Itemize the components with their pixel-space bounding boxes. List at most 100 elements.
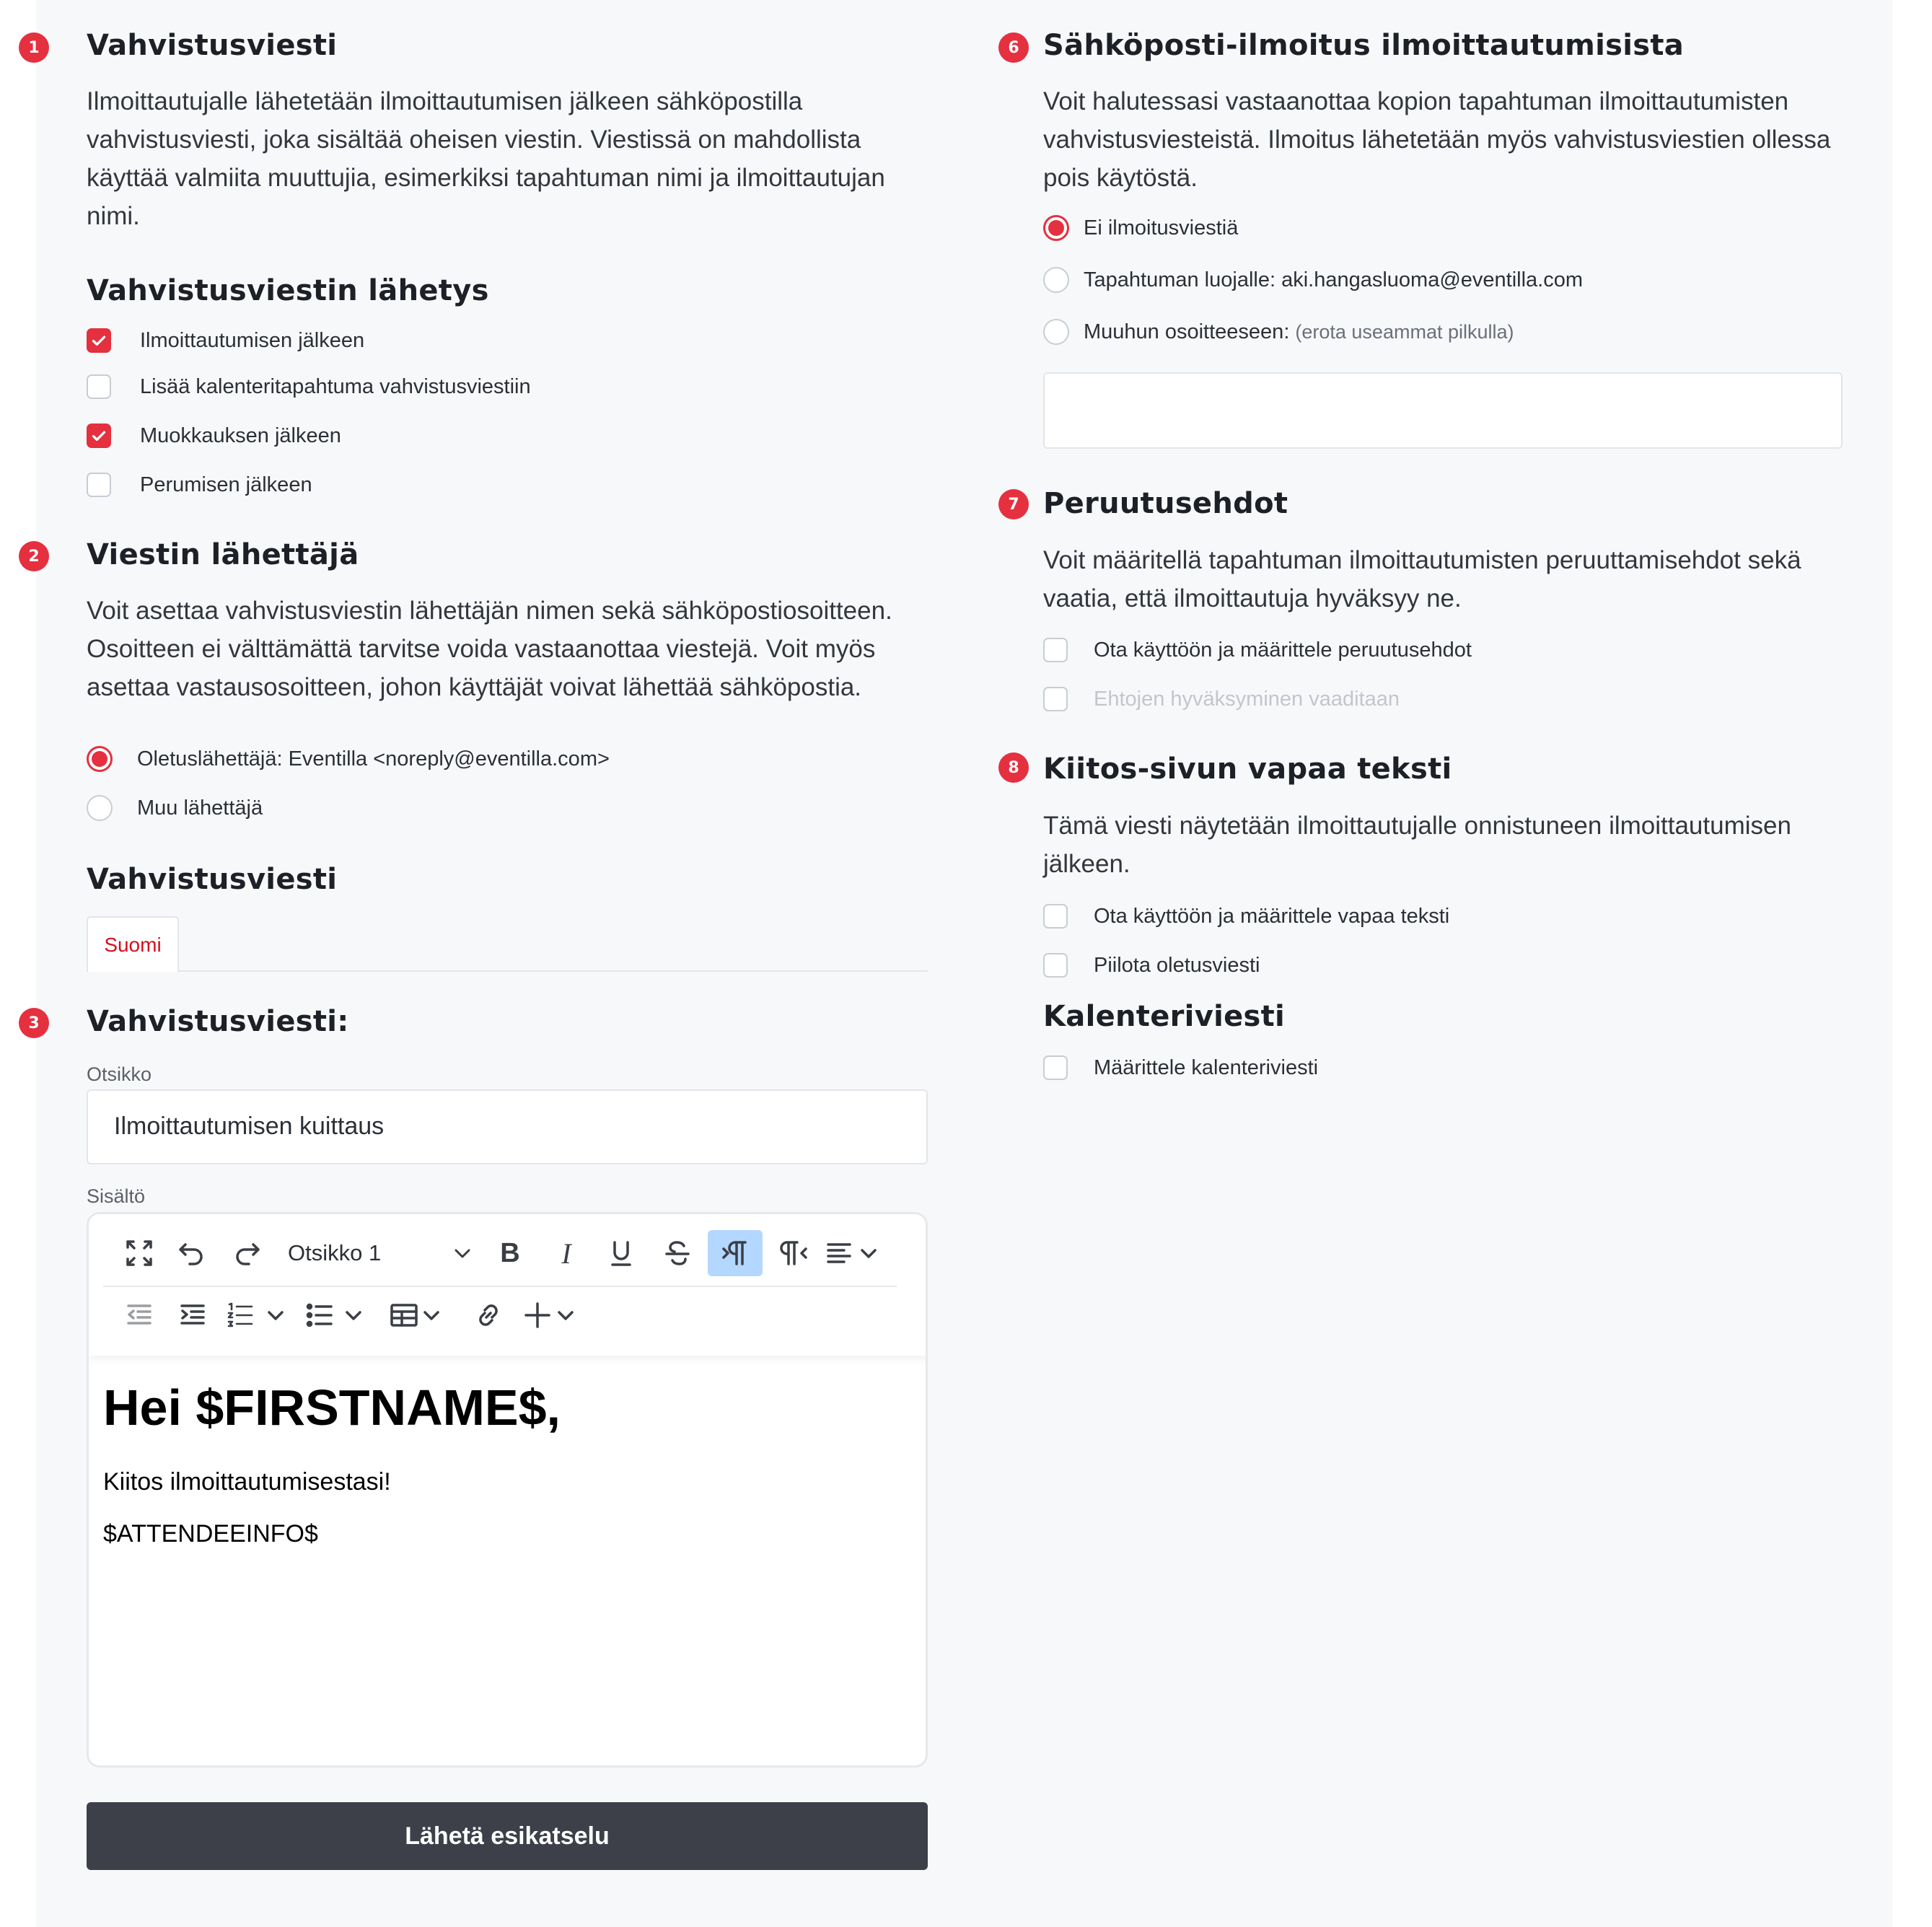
bold-icon[interactable]: B <box>488 1232 532 1275</box>
checkbox-label: Määrittele kalenteriviesti <box>1094 1055 1319 1079</box>
step-badge-7: 7 <box>998 489 1029 519</box>
strikethrough-icon[interactable] <box>656 1232 699 1275</box>
checkbox-checked-icon[interactable] <box>87 328 111 353</box>
section-title-cancellation-terms: Peruutusehdot <box>1043 487 1288 520</box>
radio-selected-icon[interactable] <box>87 746 113 772</box>
numbered-list-icon[interactable] <box>226 1294 298 1337</box>
step-badge-6: 6 <box>998 32 1029 63</box>
section-description-cancellation-terms: Voit määritellä tapahtuman ilmoittautumi… <box>1043 541 1866 618</box>
checkbox-checked-icon[interactable] <box>87 423 111 448</box>
rtl-direction-icon[interactable] <box>770 1232 817 1275</box>
rich-text-editor[interactable]: Otsikko 1 B I Hei $FIRSTNAME$, Kiitos il… <box>87 1212 928 1768</box>
editor-heading[interactable]: Hei $FIRSTNAME$, <box>103 1379 561 1436</box>
desc-line: jälkeen. <box>1043 850 1130 878</box>
radio-other-address[interactable]: Muuhun osoitteeseen: (erota useammat pil… <box>1043 319 1514 345</box>
radio-event-creator[interactable]: Tapahtuman luojalle: aki.hangasluoma@eve… <box>1043 267 1583 293</box>
checkbox-label: Ilmoittautumisen jälkeen <box>140 328 365 352</box>
checkbox-label: Perumisen jälkeen <box>140 473 312 496</box>
underline-icon[interactable] <box>600 1232 643 1275</box>
bullet-list-icon[interactable] <box>305 1294 377 1337</box>
section-title-message: Vahvistusviesti: <box>87 1005 349 1038</box>
checkbox-unchecked-icon[interactable] <box>1043 1055 1068 1080</box>
checkbox-enable-free-text[interactable]: Ota käyttöön ja määrittele vapaa teksti <box>1043 904 1449 929</box>
italic-icon[interactable]: I <box>545 1232 588 1275</box>
chevron-down-icon <box>861 1249 877 1258</box>
checkbox-after-registration[interactable]: Ilmoittautumisen jälkeen <box>87 328 364 353</box>
section-description-thank-you-text: Tämä viesti näytetään ilmoittautujalle o… <box>1043 807 1866 883</box>
other-address-input[interactable] <box>1043 372 1843 449</box>
checkbox-unchecked-icon[interactable] <box>1043 953 1068 978</box>
insert-plus-icon[interactable] <box>523 1294 595 1337</box>
desc-line: pois käytöstä. <box>1043 164 1198 192</box>
subject-input-value: Ilmoittautumisen kuittaus <box>114 1112 385 1140</box>
checkbox-require-terms-acceptance[interactable]: Ehtojen hyväksyminen vaaditaan <box>1043 687 1400 711</box>
checkbox-label: Piilota oletusviesti <box>1094 953 1260 977</box>
redo-icon[interactable] <box>226 1232 269 1275</box>
section-title-email-notification: Sähköposti-ilmoitus ilmoittautumisista <box>1043 29 1685 62</box>
section-description-sender: Voit asettaa vahvistusviestin lähettäjän… <box>87 592 952 706</box>
format-select[interactable]: Otsikko 1 <box>278 1230 483 1276</box>
checkbox-define-calendar-message[interactable]: Määrittele kalenteriviesti <box>1043 1055 1318 1080</box>
desc-line: Ilmoittautujalle lähetetään ilmoittautum… <box>87 87 803 115</box>
chevron-down-icon <box>423 1311 439 1320</box>
chevron-down-icon <box>346 1311 361 1320</box>
checkbox-after-edit[interactable]: Muokkauksen jälkeen <box>87 423 341 448</box>
subsection-title-message: Vahvistusviesti <box>87 863 338 896</box>
checkbox-enable-cancellation-terms[interactable]: Ota käyttöön ja määrittele peruutusehdot <box>1043 638 1472 662</box>
radio-label: Oletuslähettäjä: Eventilla <noreply@even… <box>137 747 610 771</box>
subject-input[interactable]: Ilmoittautumisen kuittaus <box>87 1089 928 1164</box>
checkbox-unchecked-icon[interactable] <box>1043 687 1068 711</box>
checkbox-unchecked-icon[interactable] <box>1043 638 1068 662</box>
chevron-down-icon <box>558 1311 574 1320</box>
radio-label: Ei ilmoitusviestiä <box>1084 216 1239 240</box>
desc-line: käyttää valmiita muuttujia, esimerkiksi … <box>87 164 885 192</box>
checkbox-unchecked-icon[interactable] <box>87 473 111 497</box>
checkbox-hide-default-message[interactable]: Piilota oletusviesti <box>1043 953 1260 978</box>
ltr-direction-icon[interactable] <box>708 1230 763 1276</box>
section-title-thank-you-text: Kiitos-sivun vapaa teksti <box>1043 752 1452 786</box>
radio-selected-icon[interactable] <box>1043 215 1069 241</box>
radio-other-sender[interactable]: Muu lähettäjä <box>87 795 263 821</box>
radio-label: Tapahtuman luojalle: aki.hangasluoma@eve… <box>1084 268 1584 291</box>
section-description-confirmation: Ilmoittautujalle lähetetään ilmoittautum… <box>87 82 938 235</box>
section-description-email-notification: Voit halutessasi vastaanottaa kopion tap… <box>1043 82 1866 197</box>
editor-line-attendeeinfo[interactable]: $ATTENDEEINFO$ <box>103 1520 318 1548</box>
subsection-title-calendar-message: Kalenteriviesti <box>1043 1000 1286 1033</box>
undo-icon[interactable] <box>170 1232 213 1275</box>
editor-line-thanks[interactable]: Kiitos ilmoittautumisestasi! <box>103 1468 391 1496</box>
checkbox-unchecked-icon[interactable] <box>1043 904 1068 929</box>
format-select-value: Otsikko 1 <box>288 1240 382 1265</box>
chevron-down-icon <box>455 1249 470 1258</box>
checkbox-unchecked-icon[interactable] <box>87 374 111 399</box>
radio-default-sender[interactable]: Oletuslähettäjä: Eventilla <noreply@even… <box>87 746 610 772</box>
radio-unselected-icon[interactable] <box>1043 267 1069 293</box>
desc-line: Voit asettaa vahvistusviestin lähettäjän… <box>87 597 892 625</box>
radio-no-notification[interactable]: Ei ilmoitusviestiä <box>1043 215 1238 241</box>
checkbox-label: Ota käyttöön ja määrittele vapaa teksti <box>1094 904 1450 928</box>
radio-label: Muu lähettäjä <box>137 796 263 820</box>
subject-label: Otsikko <box>87 1063 152 1085</box>
tab-suomi[interactable]: Suomi <box>87 916 179 972</box>
radio-hint: (erota useammat pilkulla) <box>1295 320 1514 343</box>
toolbar-divider <box>103 1286 897 1287</box>
fullscreen-icon[interactable] <box>118 1232 161 1275</box>
tab-bar-divider <box>87 970 928 972</box>
checkbox-label: Muokkauksen jälkeen <box>140 423 341 447</box>
radio-unselected-icon[interactable] <box>87 795 113 821</box>
desc-line: Voit halutessasi vastaanottaa kopion tap… <box>1043 87 1789 115</box>
indent-icon[interactable] <box>171 1294 214 1337</box>
chevron-down-icon <box>268 1311 284 1320</box>
checkbox-label: Ota käyttöön ja määrittele peruutusehdot <box>1094 638 1472 662</box>
section-title-confirmation: Vahvistusviesti <box>87 29 338 62</box>
radio-unselected-icon[interactable] <box>1043 319 1069 345</box>
checkbox-after-cancel[interactable]: Perumisen jälkeen <box>87 473 312 497</box>
step-badge-1: 1 <box>19 32 49 63</box>
link-icon[interactable] <box>467 1294 510 1337</box>
content-label: Sisältö <box>87 1185 146 1207</box>
checkbox-add-calendar-event[interactable]: Lisää kalenteritapahtuma vahvistusviesti… <box>87 374 531 399</box>
align-icon[interactable] <box>825 1232 894 1275</box>
outdent-icon[interactable] <box>118 1294 161 1337</box>
table-icon[interactable] <box>389 1294 461 1337</box>
send-preview-button[interactable]: Lähetä esikatselu <box>87 1802 928 1870</box>
desc-line: asettaa vastausosoitteen, johon käyttäjä… <box>87 673 862 701</box>
